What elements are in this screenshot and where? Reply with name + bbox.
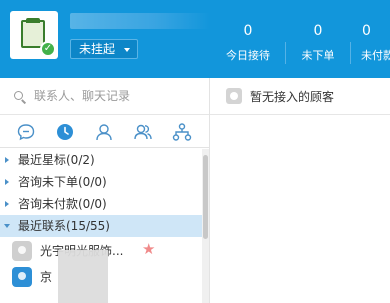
group-unpaid[interactable]: 咨询未付款(0/0)	[0, 193, 202, 215]
chevron-right-icon	[5, 201, 9, 207]
chevron-down-icon	[4, 224, 10, 228]
user-avatar[interactable]: ✓	[10, 11, 58, 59]
status-dropdown[interactable]: 未挂起	[70, 39, 138, 59]
customer-panel-header: 暂无接入的顾客	[210, 78, 390, 115]
tab-recent[interactable]	[55, 122, 75, 142]
search-input[interactable]	[34, 87, 199, 105]
top-header: ✓ 未挂起 0 今日接待 0 未下单 0 未付款	[0, 0, 390, 78]
group-icon	[134, 124, 152, 140]
list-scrollbar[interactable]	[202, 149, 209, 303]
online-check-icon: ✓	[40, 41, 56, 57]
stat-unpaid[interactable]: 0 未付款	[352, 22, 390, 64]
chevron-right-icon	[5, 157, 9, 163]
chevron-right-icon	[5, 179, 9, 185]
stat-label: 未付款	[361, 49, 390, 62]
redacted-overlay	[58, 250, 108, 303]
contact-avatar	[12, 267, 32, 287]
group-recent-contacts[interactable]: 最近联系(15/55)	[0, 215, 202, 237]
star-icon[interactable]: ★	[142, 241, 155, 257]
scrollbar-thumb[interactable]	[203, 155, 208, 239]
clock-icon	[57, 124, 73, 140]
username-redacted	[70, 13, 210, 29]
group-recent-starred[interactable]: 最近星标(0/2)	[0, 149, 202, 171]
org-icon	[172, 123, 192, 141]
stat-today-received[interactable]: 0 今日接待	[218, 22, 278, 64]
stat-value: 0	[362, 23, 371, 39]
person-icon	[96, 124, 112, 141]
stat-no-order[interactable]: 0 未下单	[288, 22, 348, 64]
stat-label: 未下单	[301, 49, 335, 62]
status-label: 未挂起	[79, 42, 116, 56]
no-customer-message: 暂无接入的顾客	[250, 90, 335, 104]
tab-chat[interactable]	[16, 122, 36, 142]
stat-divider	[285, 42, 286, 64]
customer-icon	[226, 88, 242, 104]
tab-organization[interactable]	[172, 122, 192, 142]
chat-icon	[17, 124, 35, 141]
search-bar	[0, 78, 209, 115]
tab-contacts[interactable]	[94, 122, 114, 142]
group-no-order[interactable]: 咨询未下单(0/0)	[0, 171, 202, 193]
stat-value: 0	[243, 23, 253, 39]
chevron-down-icon	[124, 48, 130, 52]
contact-avatar	[12, 241, 32, 261]
contact-tabs	[0, 115, 209, 148]
group-label: 咨询未付款(0/0)	[18, 197, 107, 211]
stat-divider	[350, 42, 351, 64]
stat-value: 0	[313, 23, 323, 39]
group-label: 最近联系(15/55)	[18, 219, 110, 233]
search-icon	[14, 91, 23, 100]
group-label: 咨询未下单(0/0)	[18, 175, 107, 189]
tab-groups[interactable]	[133, 122, 153, 142]
group-label: 最近星标(0/2)	[18, 153, 95, 167]
stat-label: 今日接待	[226, 49, 270, 62]
